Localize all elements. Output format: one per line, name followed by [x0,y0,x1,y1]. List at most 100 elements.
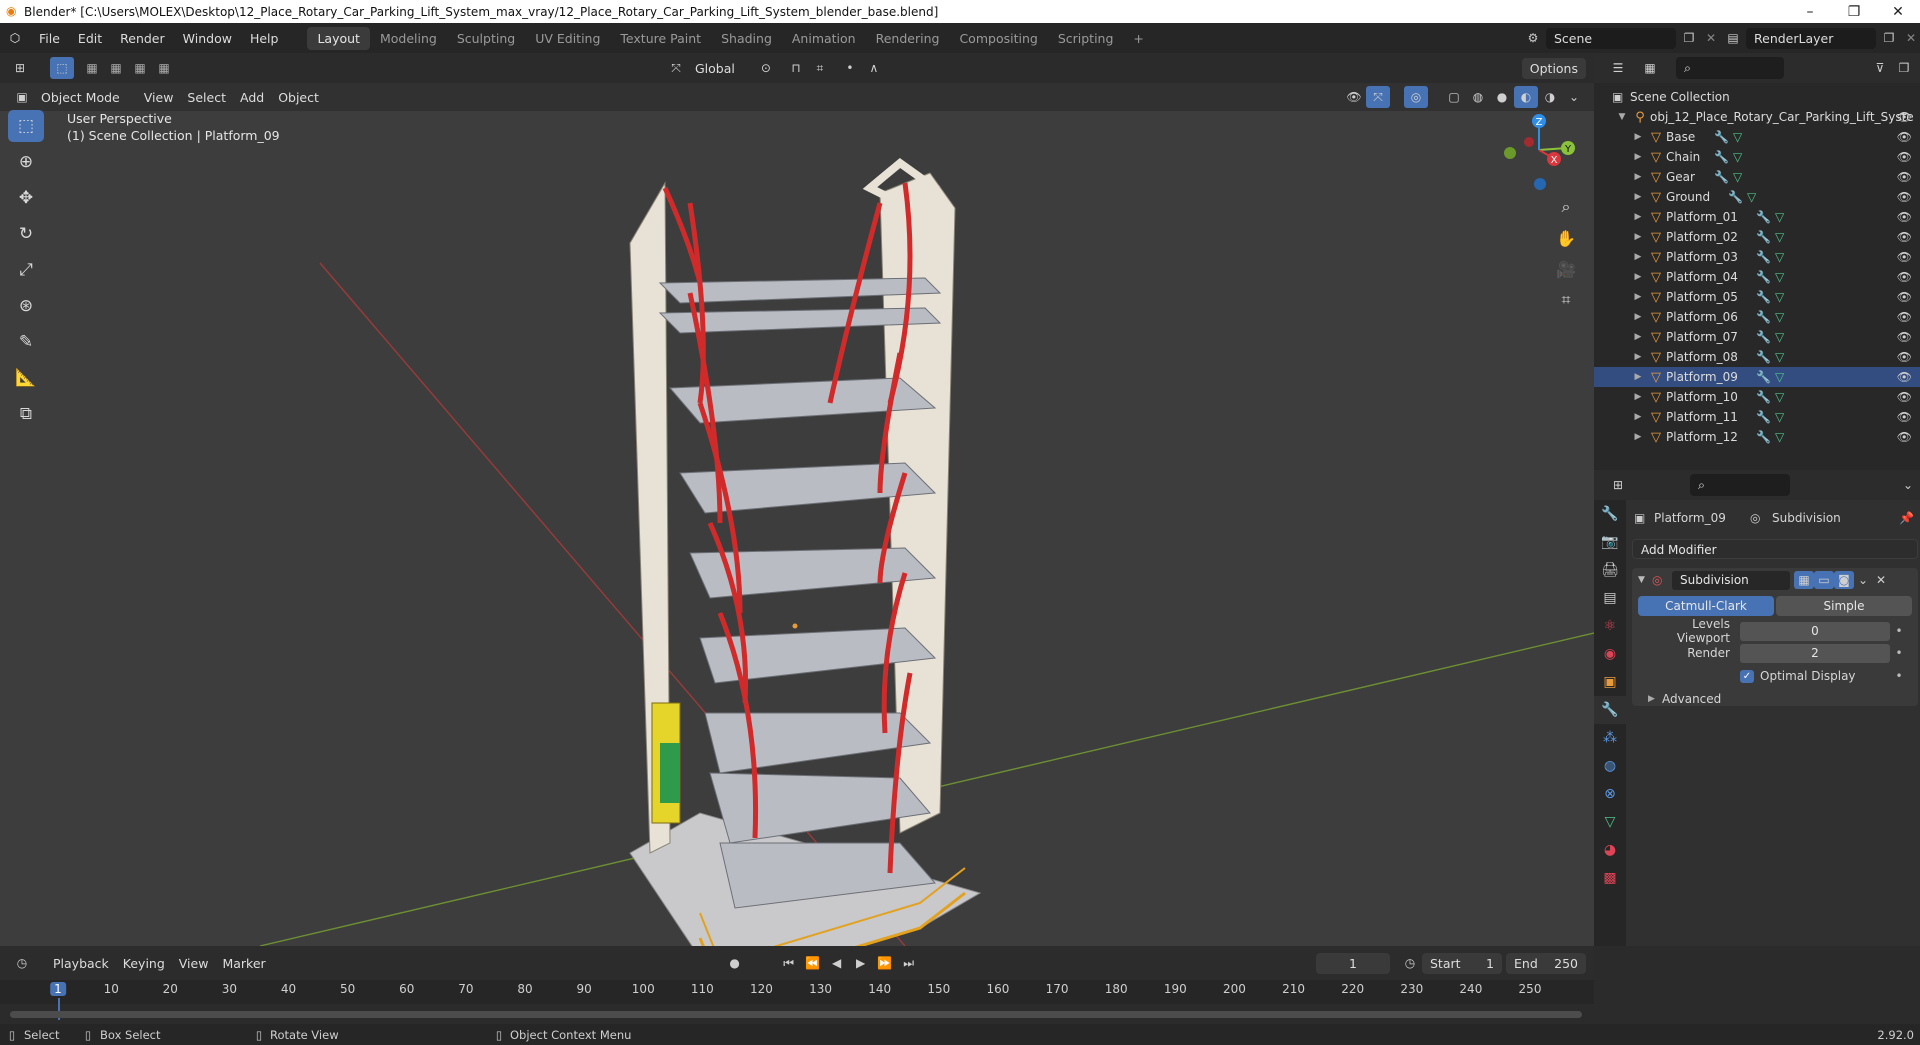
mesh-data-icon[interactable]: ▽ [1747,190,1756,204]
mesh-data-icon[interactable]: ▽ [1775,250,1784,264]
tab-rendering[interactable]: Rendering [866,27,950,50]
menu-window[interactable]: Window [174,31,241,46]
mesh-data-icon[interactable]: ▽ [1775,310,1784,324]
eye-icon[interactable]: 👁 [1897,150,1912,164]
keyframe-dot-icon[interactable]: • [1890,646,1908,660]
material-tab-icon[interactable]: ◕ [1594,836,1626,864]
outliner-item-platform-12[interactable]: ▶ ▽ Platform_12 🔧 ▽ 👁 [1594,427,1920,447]
overlay-toggle-icon[interactable]: ◎ [1404,86,1428,108]
catmull-clark-button[interactable]: Catmull-Clark [1638,596,1774,616]
new-layer-icon[interactable]: ❐ [1876,31,1902,45]
transform-orientation-icon[interactable]: ⤧ [664,57,688,79]
shading-options-icon[interactable]: ⌄ [1562,86,1586,108]
outliner-search-input[interactable]: ⌕ [1676,57,1784,79]
modifier-wrench-icon[interactable]: 🔧 [1714,170,1729,184]
outliner-item-ground[interactable]: ▶ ▽ Ground 🔧 ▽ 👁 [1594,187,1920,207]
annotate-tool-icon[interactable]: ✎ [8,326,44,358]
tab-texture-paint[interactable]: Texture Paint [610,27,711,50]
expand-triangle-icon[interactable]: ▶ [1630,172,1646,182]
modifier-wrench-icon[interactable]: 🔧 [1756,230,1771,244]
pin-icon[interactable]: 📌 [1899,511,1914,525]
new-collection-icon[interactable]: ❐ [1892,57,1916,79]
eye-icon[interactable]: 👁 [1897,330,1912,344]
modifier-wrench-icon[interactable]: 🔧 [1756,330,1771,344]
remove-modifier-icon[interactable]: ✕ [1872,569,1890,591]
mesh-data-icon[interactable]: ▽ [1733,150,1742,164]
select-tool-icon[interactable]: ⬚ [50,57,74,79]
delete-layer-icon[interactable]: ✕ [1902,31,1920,45]
camera-icon[interactable]: 🎥 [1552,255,1580,283]
modifier-wrench-icon[interactable]: 🔧 [1756,370,1771,384]
eye-icon[interactable]: 👁 [1897,430,1912,444]
tab-modeling[interactable]: Modeling [370,27,447,50]
eye-icon[interactable]: 👁 [1897,250,1912,264]
outliner-item-platform-11[interactable]: ▶ ▽ Platform_11 🔧 ▽ 👁 [1594,407,1920,427]
expand-triangle-icon[interactable]: ▶ [1630,432,1646,442]
outliner-item-platform-06[interactable]: ▶ ▽ Platform_06 🔧 ▽ 👁 [1594,307,1920,327]
mesh-data-icon[interactable]: ▽ [1775,370,1784,384]
pan-hand-icon[interactable]: ✋ [1552,224,1580,252]
viewport-menu-add[interactable]: Add [233,88,271,107]
outliner-item-platform-04[interactable]: ▶ ▽ Platform_04 🔧 ▽ 👁 [1594,267,1920,287]
xray-icon[interactable]: ▢ [1442,86,1466,108]
eye-icon[interactable]: 👁 [1897,230,1912,244]
render-tab-icon[interactable]: 📷 [1594,528,1626,556]
outliner-item-chain[interactable]: ▶ ▽ Chain 🔧 ▽ 👁 [1594,147,1920,167]
keyframe-dot-icon[interactable]: • [1890,669,1908,683]
visibility-icon[interactable]: 👁 [1342,86,1366,108]
properties-search-input[interactable]: ⌕ [1690,474,1790,496]
navigation-gizmo[interactable]: Z Y X [1496,110,1582,192]
snap-icon[interactable]: ⊓ [784,57,808,79]
output-tab-icon[interactable]: 🖨 [1594,556,1626,584]
eye-icon[interactable]: 👁 [1897,350,1912,364]
texture-tab-icon[interactable]: ▩ [1594,864,1626,892]
menu-marker[interactable]: Marker [215,954,272,973]
outliner-editor-icon[interactable]: ☰ [1606,57,1630,79]
falloff-icon[interactable]: ∧ [862,57,886,79]
editmode-toggle-icon[interactable]: ▦ [1794,571,1814,589]
gizmo-toggle-icon[interactable]: ⤧ [1366,86,1390,108]
advanced-expand-icon[interactable]: ▶ [1648,694,1662,704]
tab-shading[interactable]: Shading [711,27,782,50]
select-mode-invert-icon[interactable]: ▦ [152,57,176,79]
modifier-wrench-icon[interactable]: 🔧 [1756,250,1771,264]
mesh-data-icon[interactable]: ▽ [1775,330,1784,344]
mesh-data-icon[interactable]: ▽ [1775,230,1784,244]
render-toggle-icon[interactable]: ◙ [1834,571,1854,589]
outliner-item-platform-10[interactable]: ▶ ▽ Platform_10 🔧 ▽ 👁 [1594,387,1920,407]
mesh-data-icon[interactable]: ▽ [1733,130,1742,144]
modifier-wrench-icon[interactable]: 🔧 [1756,410,1771,424]
menu-keying[interactable]: Keying [116,954,172,973]
solid-shading-icon[interactable]: ● [1490,86,1514,108]
properties-editor-icon[interactable]: ⊞ [1606,474,1630,496]
material-shading-icon[interactable]: ◐ [1514,86,1538,108]
view-layer-tab-icon[interactable]: ▤ [1594,584,1626,612]
minimize-button[interactable]: – [1788,4,1832,20]
outliner-item-platform-03[interactable]: ▶ ▽ Platform_03 🔧 ▽ 👁 [1594,247,1920,267]
outliner-item-platform-07[interactable]: ▶ ▽ Platform_07 🔧 ▽ 👁 [1594,327,1920,347]
eye-icon[interactable]: 👁 [1897,130,1912,144]
mesh-data-icon[interactable]: ▽ [1775,430,1784,444]
tab-uv-editing[interactable]: UV Editing [525,27,610,50]
physics-tab-icon[interactable]: ◍ [1594,752,1626,780]
menu-edit[interactable]: Edit [69,31,111,46]
tab-scripting[interactable]: Scripting [1048,27,1124,50]
3d-viewport[interactable] [0,53,1594,946]
select-mode-subtract-icon[interactable]: ▦ [128,57,152,79]
mesh-data-icon[interactable]: ▽ [1775,350,1784,364]
modifier-wrench-icon[interactable]: 🔧 [1756,310,1771,324]
mesh-data-icon[interactable]: ▽ [1775,390,1784,404]
select-mode-new-icon[interactable]: ▦ [80,57,104,79]
play-reverse-icon[interactable]: ◀ [825,952,849,974]
expand-triangle-icon[interactable]: ▶ [1630,212,1646,222]
end-frame-field[interactable]: End 250 [1506,952,1586,974]
expand-triangle-icon[interactable]: ▶ [1630,232,1646,242]
measure-tool-icon[interactable]: 📐 [8,362,44,394]
viewport-menu-object[interactable]: Object [271,88,326,107]
eye-icon[interactable]: 👁 [1897,390,1912,404]
outliner-item-platform-05[interactable]: ▶ ▽ Platform_05 🔧 ▽ 👁 [1594,287,1920,307]
tab-compositing[interactable]: Compositing [949,27,1047,50]
record-icon[interactable]: ● [723,952,747,974]
outliner-item-base[interactable]: ▶ ▽ Base 🔧 ▽ 👁 [1594,127,1920,147]
transform-tool-icon[interactable]: ⊛ [8,290,44,322]
